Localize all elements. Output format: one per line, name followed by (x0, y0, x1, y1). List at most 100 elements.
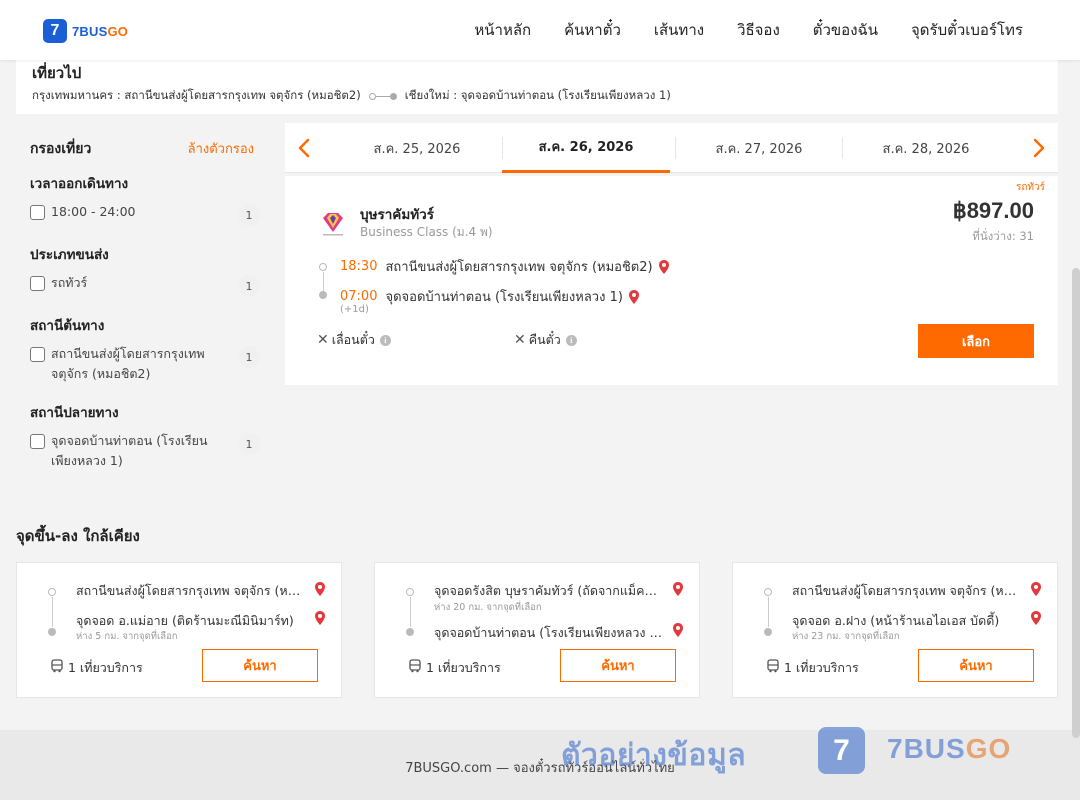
bus-class: Business Class (ม.4 พ) (360, 225, 493, 239)
date-tab[interactable]: ส.ค. 27, 2026 (675, 123, 843, 173)
count-badge: 1 (238, 275, 260, 297)
date-tab[interactable]: ส.ค. 25, 2026 (333, 123, 501, 173)
filter-label: สถานีต้นทาง (30, 318, 105, 334)
filter-option[interactable]: รถทัวร์ 1 (30, 275, 260, 297)
close-icon: ✕ (514, 332, 526, 348)
date-tab[interactable]: ส.ค. 28, 2026 (842, 123, 1010, 173)
destination-dot-icon (48, 628, 56, 636)
nearby-destination: จุดจอด อ.ฝาง (หน้าร้านเอไอเอส บัดดี้) (792, 613, 1000, 628)
service-count: 1 เที่ยวบริการ (426, 660, 501, 675)
map-pin-icon[interactable] (628, 289, 640, 305)
map-pin-icon[interactable] (1030, 581, 1042, 597)
map-pin-icon[interactable] (672, 622, 684, 638)
next-day-offset: (+1d) (340, 304, 369, 315)
nearby-card: สถานีขนส่งผู้โดยสารกรุงเทพ จตุจักร (หมอช… (16, 562, 342, 698)
info-icon[interactable]: i (565, 334, 577, 346)
select-trip-button[interactable]: เลือก (918, 324, 1034, 358)
filter-option[interactable]: สถานีขนส่งผู้โดยสารกรุงเทพ จตุจักร (หมอช… (30, 346, 260, 384)
arrival-station: จุดจอดบ้านท่าตอน (โรงเรียนเพียงหลวง 1) (385, 290, 623, 305)
nearby-search-button[interactable]: ค้นหา (202, 649, 318, 682)
filter-option-label: จุดจอดบ้านท่าตอน (โรงเรียนเพียงหลวง 1) (51, 433, 208, 468)
change-ticket-policy[interactable]: ✕ เลื่อนตั๋ว i (317, 330, 391, 350)
nearby-distance: ห่าง 5 กม. จากจุดที่เลือก (76, 631, 178, 642)
nav-my-tickets[interactable]: ตั๋วของฉัน (813, 18, 878, 42)
main-nav: หน้าหลัก ค้นหาตั๋ว เส้นทาง วิธีจอง ตั๋วข… (441, 0, 1023, 60)
route-summary: เที่ยวไป กรุงเทพมหานคร : สถานีขนส่งผู้โด… (16, 60, 1058, 114)
filter-title: กรองเที่ยว (30, 141, 92, 157)
nearby-title: จุดขึ้น-ลง ใกล้เคียง (16, 527, 140, 545)
nav-home[interactable]: หน้าหลัก (474, 18, 531, 42)
route-connector-icon (368, 92, 397, 100)
filter-option-label: 18:00 - 24:00 (51, 204, 136, 219)
filter-option-label: สถานีขนส่งผู้โดยสารกรุงเทพ จตุจักร (หมอช… (51, 346, 205, 381)
site-logo[interactable]: 7 7BUSGO (43, 19, 128, 43)
operator-name: บุษราคัมทัวร์ (360, 207, 434, 223)
map-pin-icon[interactable] (314, 610, 326, 626)
bus-icon (767, 659, 779, 673)
clear-filter-link[interactable]: ล้างตัวกรอง (188, 138, 254, 160)
filter-option[interactable]: 18:00 - 24:00 1 (30, 204, 260, 226)
nav-routes[interactable]: เส้นทาง (654, 18, 704, 42)
trip-card: รถทัวร์ บุษราคัมทัวร์ Business Class (ม.… (285, 176, 1058, 385)
arrival-time: 07:00 (340, 289, 378, 304)
count-badge: 1 (238, 346, 260, 368)
filter-section-origin: สถานีต้นทาง สถานีขนส่งผู้โดยสารกรุงเทพ จ… (30, 314, 260, 384)
nav-search-ticket[interactable]: ค้นหาตั๋ว (564, 18, 621, 42)
checkbox[interactable] (30, 205, 45, 220)
nearby-destination: จุดจอดบ้านท่าตอน (โรงเรียนเพียงหลวง 1) (434, 625, 662, 640)
checkbox[interactable] (30, 347, 45, 362)
route-line: กรุงเทพมหานคร : สถานีขนส่งผู้โดยสารกรุงเ… (32, 87, 671, 105)
filter-label: ประเภทขนส่ง (30, 247, 109, 263)
scrollbar[interactable] (1072, 268, 1080, 738)
filter-section-destination: สถานีปลายทาง จุดจอดบ้านท่าตอน (โรงเรียนเ… (30, 401, 260, 471)
date-tab-active[interactable]: ส.ค. 26, 2026 (502, 123, 670, 173)
destination-dot-icon (764, 628, 772, 636)
map-pin-icon[interactable] (672, 581, 684, 597)
nearby-search-button[interactable]: ค้นหา (560, 649, 676, 682)
filter-header: กรองเที่ยว ล้างตัวกรอง (30, 138, 254, 160)
filter-option[interactable]: จุดจอดบ้านท่าตอน (โรงเรียนเพียงหลวง 1) 1 (30, 433, 260, 471)
nearby-distance: ห่าง 20 กม. จากจุดที่เลือก (434, 602, 542, 613)
bus-icon (409, 659, 421, 673)
refund-ticket-policy[interactable]: ✕ คืนตั๋ว i (514, 330, 577, 350)
map-pin-icon[interactable] (1030, 610, 1042, 626)
nearby-origin: จุดจอดรังสิต บุษราคัมทัวร์ (ถัดจากแม็คโค… (434, 583, 662, 598)
nav-ticket-pickup[interactable]: จุดรับตั๋วเบอร์โทร (911, 18, 1023, 42)
nearby-search-button[interactable]: ค้นหา (918, 649, 1034, 682)
trip-price: ฿897.00 (952, 198, 1034, 223)
refund-ticket-label: คืนตั๋ว (528, 332, 561, 347)
filter-label: เวลาออกเดินทาง (30, 176, 129, 192)
checkbox[interactable] (30, 276, 45, 291)
route-title: เที่ยวไป (32, 64, 82, 82)
info-icon[interactable]: i (379, 334, 391, 346)
destination-dot-icon (319, 291, 327, 299)
watermark-brand: 7BUSGO (887, 733, 1012, 764)
count-badge: 1 (238, 204, 260, 226)
departure-time: 18:30 (340, 259, 378, 274)
top-header: 7 7BUSGO หน้าหลัก ค้นหาตั๋ว เส้นทาง วิธี… (0, 0, 1080, 60)
filter-label: สถานีปลายทาง (30, 405, 119, 421)
route-to: เชียงใหม่ : จุดจอดบ้านท่าตอน (โรงเรียนเพ… (404, 88, 671, 102)
nearby-card: สถานีขนส่งผู้โดยสารกรุงเทพ จตุจักร (หมอช… (732, 562, 1058, 698)
map-pin-icon[interactable] (314, 581, 326, 597)
chevron-left-icon[interactable] (289, 123, 319, 173)
origin-dot-icon (48, 588, 56, 596)
watermark-text: ตัวอย่างข้อมูล (561, 738, 747, 773)
transport-tag: รถทัวร์ (1015, 182, 1045, 193)
logo-text: 7BUSGO (72, 23, 129, 39)
map-pin-icon[interactable] (658, 259, 670, 275)
checkbox[interactable] (30, 434, 45, 449)
departure-row: 18:30 สถานีขนส่งผู้โดยสารกรุงเทพ จตุจักร… (340, 256, 670, 277)
date-tabs: ส.ค. 25, 2026 ส.ค. 26, 2026 ส.ค. 27, 202… (285, 123, 1058, 173)
change-ticket-label: เลื่อนตั๋ว (331, 332, 375, 347)
seats-available: ที่นั่งว่าง: 31 (972, 229, 1034, 243)
nav-how-to-book[interactable]: วิธีจอง (737, 18, 780, 42)
destination-dot-icon (406, 628, 414, 636)
nearby-origin: สถานีขนส่งผู้โดยสารกรุงเทพ จตุจักร (หมอช… (76, 583, 304, 598)
watermark-logo-icon: 7 (818, 727, 865, 774)
bus-icon (51, 659, 63, 673)
service-count: 1 เที่ยวบริการ (784, 660, 859, 675)
filter-section-transport-type: ประเภทขนส่ง รถทัวร์ 1 (30, 243, 260, 297)
origin-dot-icon (764, 588, 772, 596)
chevron-right-icon[interactable] (1024, 123, 1054, 173)
